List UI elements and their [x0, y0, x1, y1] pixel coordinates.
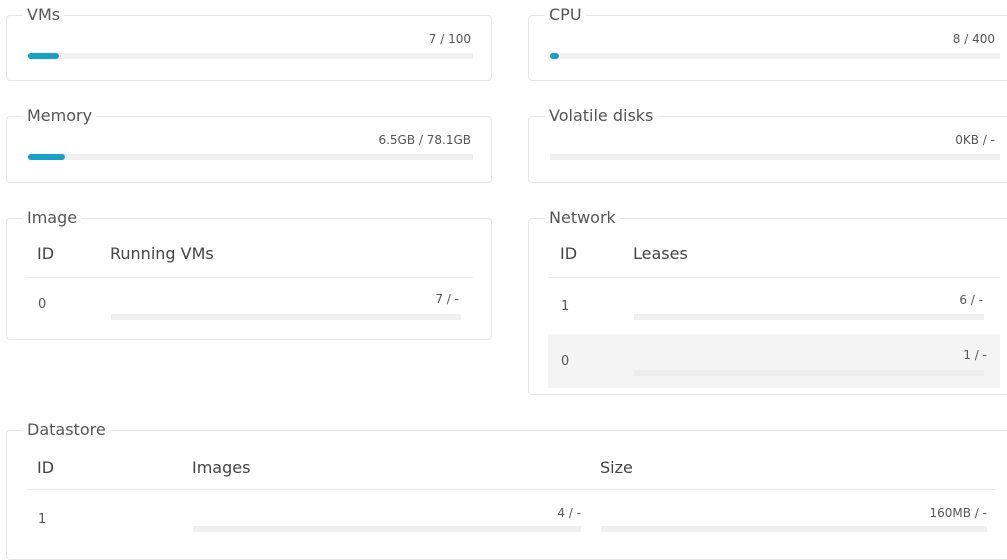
datastore-panel-title: Datastore [23, 419, 110, 441]
vms-quota-title: VMs [23, 4, 65, 26]
cpu-quota-value: 8 / 400 [952, 32, 995, 46]
image-quota-panel: Image ID Running VMs 0 7 / - [6, 207, 492, 340]
memory-quota-panel: Memory 6.5GB / 78.1GB [6, 105, 492, 183]
datastore-row-id: 1 [38, 512, 47, 527]
datastore-quota-panel: Datastore ID Images Size 1 4 / - 160MB /… [6, 419, 1007, 560]
volatile-disks-quota-panel: Volatile disks 0KB / - [528, 105, 1007, 183]
image-col-running-vms: Running VMs [110, 244, 214, 263]
datastore-col-id: ID [37, 458, 55, 477]
memory-quota-title: Memory [23, 105, 97, 127]
network-row-leases-bar [634, 370, 984, 376]
image-row-running-vms-value: 7 / - [435, 292, 459, 306]
network-col-id: ID [560, 244, 578, 263]
network-row-leases-value: 1 / - [963, 348, 987, 362]
cpu-quota-bar-fill [550, 53, 559, 59]
image-panel-title: Image [23, 207, 82, 229]
network-col-leases: Leases [633, 244, 688, 263]
datastore-row-images-bar [193, 526, 581, 532]
cpu-quota-panel: CPU 8 / 400 [528, 4, 1007, 81]
datastore-row-size-value: 160MB / - [929, 506, 988, 520]
network-quota-panel: Network ID Leases 1 6 / - 0 1 / - [528, 207, 1007, 395]
memory-quota-bar-fill [28, 154, 65, 160]
network-row-id: 0 [561, 354, 570, 369]
network-panel-title: Network [545, 207, 620, 229]
memory-quota-bar [28, 154, 473, 160]
vms-quota-value: 7 / 100 [428, 32, 471, 46]
cpu-quota-bar [550, 53, 1000, 59]
image-row-running-vms-bar [111, 314, 461, 320]
datastore-header-divider [26, 489, 996, 490]
volatile-disks-quota-title: Volatile disks [545, 105, 658, 127]
network-row-leases-bar [634, 314, 984, 320]
datastore-col-size: Size [600, 458, 633, 477]
image-row-id: 0 [38, 297, 47, 312]
network-row-leases-value: 6 / - [959, 293, 983, 307]
memory-quota-value: 6.5GB / 78.1GB [378, 133, 471, 147]
datastore-row-images-value: 4 / - [557, 506, 581, 520]
cpu-quota-title: CPU [545, 4, 586, 26]
vms-quota-panel: VMs 7 / 100 [6, 4, 492, 81]
image-header-divider [27, 277, 473, 278]
image-col-id: ID [37, 244, 55, 263]
vms-quota-bar [28, 53, 473, 59]
table-row: 0 1 / - [548, 334, 1000, 388]
volatile-disks-quota-bar [550, 154, 1000, 160]
network-row-id: 1 [561, 299, 570, 314]
datastore-row-size-bar [601, 526, 987, 532]
vms-quota-bar-fill [28, 53, 60, 59]
volatile-disks-quota-value: 0KB / - [955, 133, 995, 147]
network-header-divider [548, 277, 1000, 278]
datastore-col-images: Images [192, 458, 251, 477]
